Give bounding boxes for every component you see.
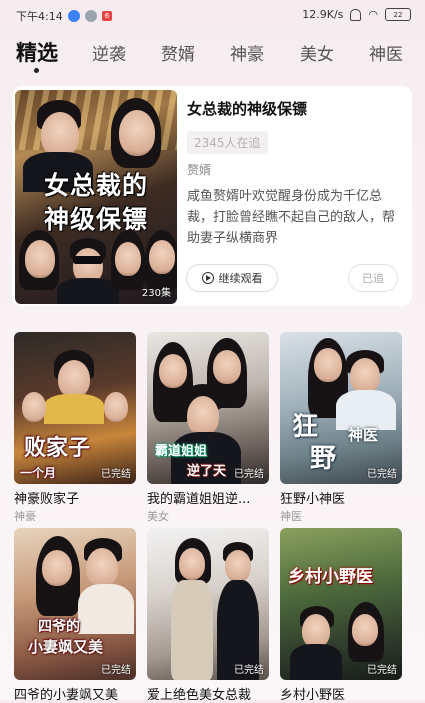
- figure-face: [86, 548, 118, 588]
- wifi-icon: ◠: [368, 8, 378, 21]
- tab-son-in-law[interactable]: 赘婿: [161, 40, 195, 65]
- drama-title[interactable]: 狂野小神医: [280, 488, 410, 507]
- tab-tycoon[interactable]: 神豪: [230, 40, 264, 65]
- battery-icon: 22: [385, 8, 411, 21]
- follow-count-badge: 2345人在追: [187, 131, 268, 154]
- category-tabs: 精选 逆袭 赘婿 神豪 美女 神医: [0, 36, 425, 76]
- play-icon: [201, 272, 214, 284]
- figure-face: [352, 614, 378, 646]
- app-notification-icon: [67, 10, 80, 22]
- featured-info: 女总裁的神级保镖 2345人在追 赘婿 咸鱼赘婿叶欢觉醒身份成为千亿总裁，打脸曾…: [187, 98, 402, 249]
- drama-genre: 神豪: [14, 510, 36, 523]
- sunglasses: [73, 256, 103, 264]
- tab-featured[interactable]: 精选: [16, 37, 58, 67]
- figure-face: [159, 354, 187, 388]
- continue-label: 继续观看: [218, 272, 263, 285]
- drama-poster[interactable]: 狂 野 神医 已完结: [280, 332, 402, 484]
- drama-poster[interactable]: 四爷的 小妻飒又美 已完结: [14, 528, 136, 680]
- tab-beauty[interactable]: 美女: [300, 40, 334, 65]
- featured-title[interactable]: 女总裁的神级保镖: [187, 98, 402, 119]
- poster-title: 女总裁的: [43, 171, 148, 200]
- mute-bell-icon: [350, 8, 362, 21]
- poster-text: 四爷的: [38, 619, 80, 635]
- status-time: 下午4:14: [16, 10, 63, 23]
- figure-face: [302, 614, 330, 648]
- status-label: 已完结: [367, 665, 397, 676]
- drama-title[interactable]: 神豪败家子: [14, 488, 144, 507]
- drama-poster[interactable]: 败家子 一个月 已完结: [14, 332, 136, 484]
- figure-face: [149, 240, 175, 274]
- figure-face: [22, 392, 46, 422]
- figure-body: [57, 278, 119, 304]
- drama-title[interactable]: 爱上绝色美女总裁: [147, 684, 277, 703]
- figure-face: [314, 348, 342, 382]
- poster-text: 小妻飒又美: [28, 638, 104, 656]
- figure-body: [78, 584, 134, 634]
- status-label: 已完结: [101, 469, 131, 480]
- featured-genre: 赘婿: [187, 163, 212, 177]
- figure-face: [350, 358, 380, 394]
- figure-face: [213, 350, 241, 384]
- featured-description: 咸鱼赘婿叶欢觉醒身份成为千亿总裁，打脸曾经瞧不起自己的敌人，帮助妻子纵横商界: [187, 189, 396, 246]
- episode-count: 230集: [141, 288, 171, 299]
- drama-poster[interactable]: 乡村小野医 已完结: [280, 528, 402, 680]
- drama-genre: 神医: [280, 510, 302, 523]
- sync-icon: [84, 10, 97, 22]
- figure-face: [58, 360, 90, 398]
- notification-badge: 6: [101, 11, 113, 21]
- continue-watching-button[interactable]: 继续观看: [186, 264, 278, 292]
- featured-poster[interactable]: 女总裁的 神级保镖 230集: [15, 90, 177, 304]
- featured-card[interactable]: 女总裁的 神级保镖 230集 女总裁的神级保镖 2345人在追 赘婿 咸鱼赘婿叶…: [12, 86, 412, 306]
- poster-text: 乡村小野医: [288, 567, 373, 587]
- drama-title[interactable]: 我的霸道姐姐逆...: [147, 488, 277, 507]
- drama-poster[interactable]: 已完结: [147, 528, 269, 680]
- status-label: 已完结: [367, 469, 397, 480]
- poster-text: 逆了天: [187, 464, 227, 479]
- poster-text: 野: [310, 444, 337, 474]
- poster-text: 神医: [348, 426, 379, 444]
- figure-face: [187, 396, 219, 436]
- drama-title[interactable]: 四爷的小妻飒又美: [14, 684, 144, 703]
- active-tab-indicator: [34, 68, 39, 73]
- status-label: 已完结: [234, 469, 264, 480]
- figure-body: [44, 394, 104, 424]
- figure-face: [104, 392, 128, 422]
- poster-text: 一个月: [20, 466, 57, 480]
- tab-doctor[interactable]: 神医: [369, 40, 403, 65]
- tab-comeback[interactable]: 逆袭: [92, 40, 126, 65]
- figure-face: [119, 110, 155, 156]
- figure-face: [42, 550, 72, 586]
- network-speed: 12.9K/s: [302, 8, 344, 21]
- figure-face: [179, 548, 205, 580]
- poster-text: 败家子: [24, 435, 91, 461]
- status-bar: 下午4:14 6 12.9K/s ◠ 22: [0, 0, 425, 28]
- figure-face: [115, 242, 141, 276]
- status-label: 已完结: [101, 665, 131, 676]
- figure-face: [225, 550, 251, 582]
- figure-face: [25, 240, 55, 278]
- figure-body: [290, 644, 342, 680]
- followed-button[interactable]: 已追: [348, 264, 398, 292]
- drama-genre: 美女: [147, 510, 169, 523]
- figure-body: [171, 580, 213, 680]
- poster-text: 霸道姐姐: [155, 444, 208, 459]
- status-label: 已完结: [234, 665, 264, 676]
- drama-title[interactable]: 乡村小野医: [280, 684, 410, 703]
- drama-poster[interactable]: 霸道姐姐 逆了天 已完结: [147, 332, 269, 484]
